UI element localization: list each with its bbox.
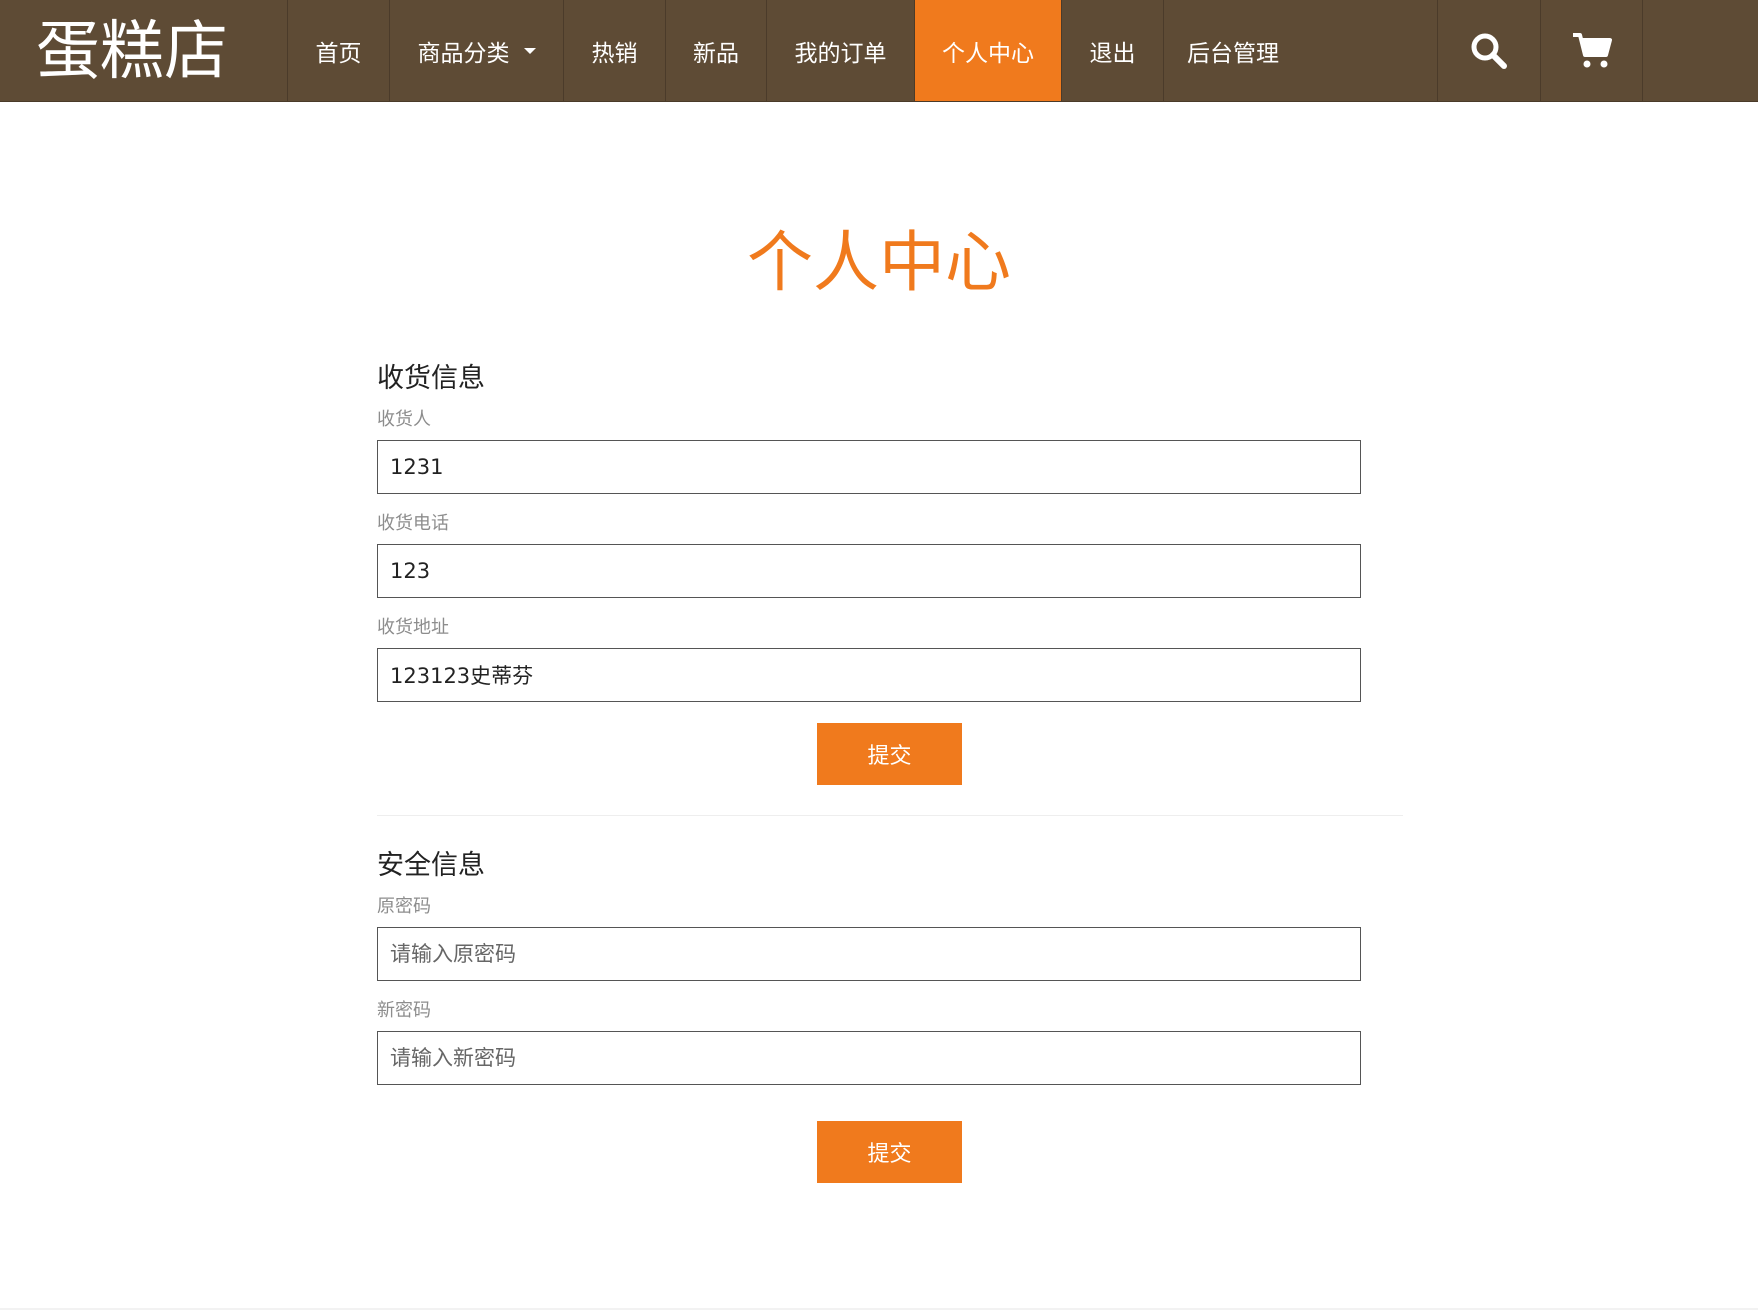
nav-item-logout[interactable]: 退出 [1061, 0, 1163, 101]
nav-item-hot[interactable]: 热销 [563, 0, 665, 101]
nav-item-label: 后台管理 [1187, 40, 1279, 67]
cart-button[interactable] [1540, 0, 1643, 101]
nav-item-new[interactable]: 新品 [665, 0, 766, 101]
nav-item-label: 退出 [1089, 40, 1136, 67]
address-label: 收货地址 [377, 617, 449, 638]
old-password-input[interactable] [377, 927, 1361, 981]
shipping-section-title: 收货信息 [377, 363, 485, 394]
nav-item-label: 个人中心 [942, 40, 1034, 67]
nav-item-label: 商品分类 [417, 40, 510, 67]
nav-icons [1437, 0, 1643, 101]
address-input[interactable] [377, 648, 1361, 702]
receiver-label: 收货人 [377, 409, 431, 430]
nav-item-categories[interactable]: 商品分类 [389, 0, 563, 101]
nav-item-label: 我的订单 [794, 40, 887, 67]
nav-item-label: 首页 [315, 40, 362, 67]
chevron-down-icon [523, 47, 536, 54]
top-navbar: 蛋糕店 首页 商品分类 热销 新品 我的订单 个人中心 退出 后台管理 [0, 0, 1758, 102]
search-icon [1471, 33, 1507, 69]
nav-item-my-orders[interactable]: 我的订单 [766, 0, 914, 101]
shipping-submit-button[interactable]: 提交 [817, 723, 962, 785]
phone-input[interactable] [377, 544, 1361, 598]
cart-icon [1572, 32, 1612, 67]
nav-item-label: 热销 [591, 40, 638, 67]
security-submit-button[interactable]: 提交 [817, 1121, 962, 1183]
security-section-title: 安全信息 [377, 850, 485, 881]
search-button[interactable] [1437, 0, 1540, 101]
nav-item-label: 新品 [693, 40, 739, 67]
page-title: 个人中心 [747, 224, 1011, 301]
nav-item-profile[interactable]: 个人中心 [914, 0, 1061, 101]
new-password-label: 新密码 [377, 1000, 431, 1021]
nav-item-admin[interactable]: 后台管理 [1163, 0, 1302, 101]
main-nav: 首页 商品分类 热销 新品 我的订单 个人中心 退出 后台管理 [287, 0, 1302, 101]
section-divider [377, 815, 1403, 816]
nav-item-home[interactable]: 首页 [287, 0, 389, 101]
phone-label: 收货电话 [377, 513, 449, 534]
old-password-label: 原密码 [377, 896, 431, 917]
brand-logo[interactable]: 蛋糕店 [36, 12, 228, 92]
receiver-input[interactable] [377, 440, 1361, 494]
new-password-input[interactable] [377, 1031, 1361, 1085]
